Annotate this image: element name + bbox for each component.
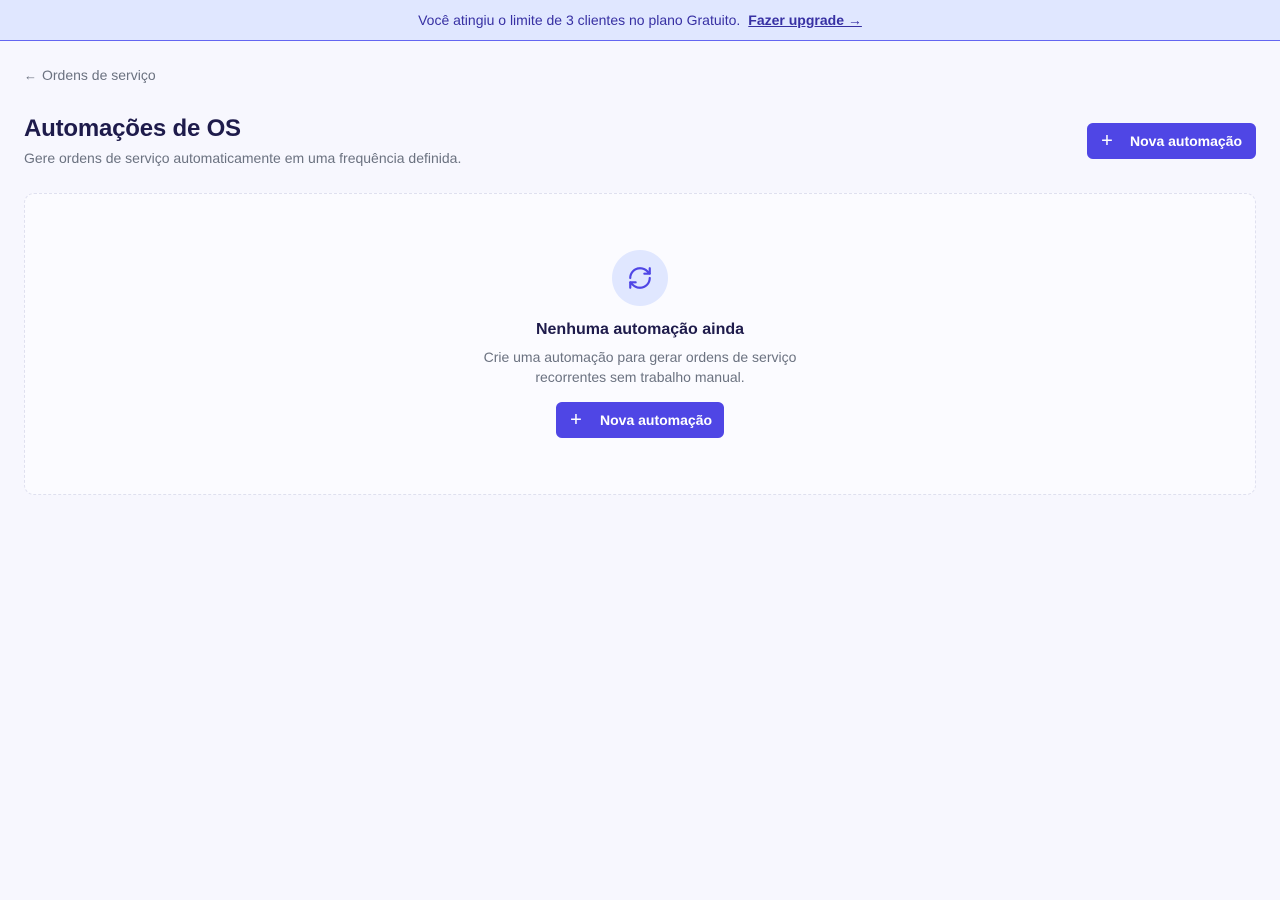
empty-state-description-line-2: recorrentes sem trabalho manual.: [535, 369, 745, 385]
upgrade-link[interactable]: Fazer upgrade →: [748, 12, 862, 28]
empty-state-title: Nenhuma automação ainda: [535, 321, 745, 338]
plus-icon: +: [1101, 130, 1113, 152]
arrow-left-icon: ←: [24, 67, 37, 83]
upgrade-banner: Você atingiu o limite de 3 clientes no p…: [0, 0, 1280, 41]
new-automation-button[interactable]: + Nova automação: [1087, 123, 1256, 159]
empty-state-new-automation-button[interactable]: + Nova automação: [556, 402, 724, 438]
page-subtitle: Gere ordens de serviço automaticamente e…: [24, 150, 462, 166]
page-title: Automações de OS: [24, 115, 241, 142]
empty-state-description-line-1: Crie uma automação para gerar ordens de …: [483, 349, 797, 365]
empty-state-description: Crie uma automação para gerar ordens de …: [25, 347, 1255, 387]
plus-icon: +: [570, 409, 582, 431]
new-automation-button-label: Nova automação: [1130, 133, 1243, 149]
back-link[interactable]: ← Ordens de serviço: [24, 67, 156, 83]
refresh-icon: [612, 250, 668, 306]
empty-state-button-label: Nova automação: [600, 412, 713, 428]
banner-message: Você atingiu o limite de 3 clientes no p…: [418, 12, 741, 28]
empty-state-card: Nenhuma automação ainda Crie uma automaç…: [24, 193, 1256, 495]
back-link-label: Ordens de serviço: [42, 67, 156, 83]
